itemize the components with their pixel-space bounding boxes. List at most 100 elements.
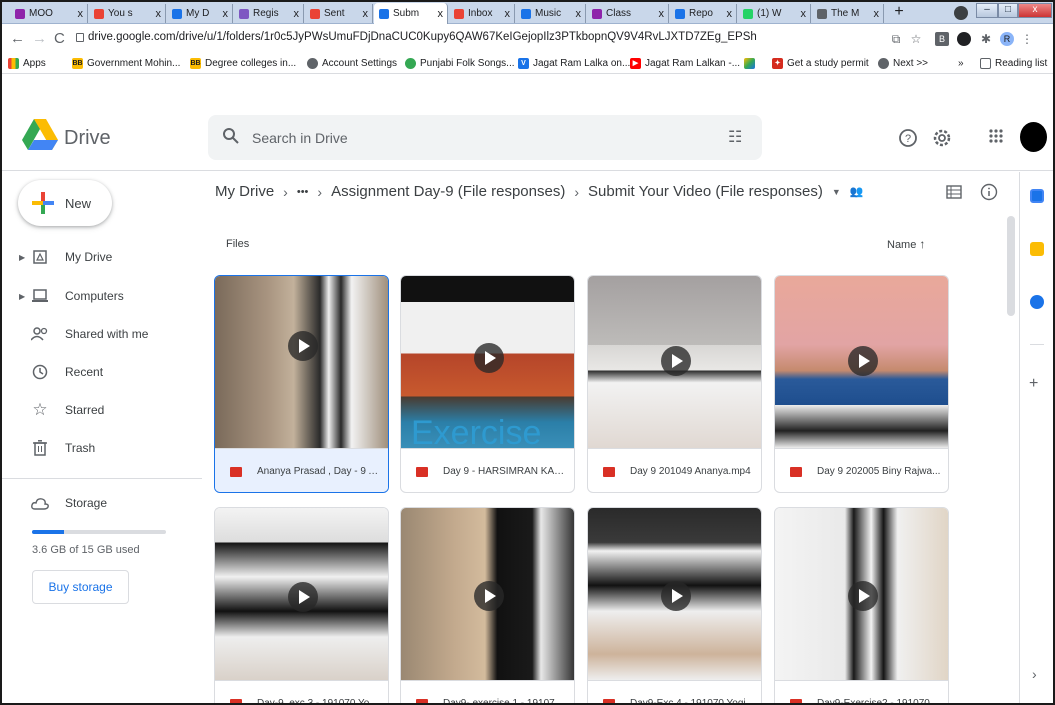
- menu-kebab-icon[interactable]: ⋮: [1020, 32, 1034, 46]
- breadcrumb-parent-folder[interactable]: Assignment Day-9 (File responses): [331, 183, 565, 200]
- tab-11[interactable]: The M x: [812, 4, 884, 23]
- nav-storage[interactable]: Storage: [2, 488, 202, 518]
- play-icon[interactable]: [288, 582, 318, 612]
- video-thumbnail[interactable]: [215, 276, 388, 448]
- file-card[interactable]: Ananya Prasad , Day - 9 A...: [214, 275, 389, 493]
- bookmark-item[interactable]: Account Settings: [307, 58, 397, 69]
- search-icon[interactable]: [222, 127, 240, 145]
- file-caption[interactable]: Day9-Exercise2 - 191070 ...: [775, 680, 948, 703]
- drive-title[interactable]: Drive: [64, 127, 111, 150]
- bookmark-item[interactable]: [744, 58, 759, 69]
- file-card[interactable]: Day9- exercise 1 - 19107...: [400, 507, 575, 703]
- file-caption[interactable]: Day-9, exc 3 - 191070 Yo...: [215, 680, 388, 703]
- profile-icon[interactable]: R: [1000, 32, 1014, 46]
- nav-starred[interactable]: ☆ Starred: [2, 395, 202, 425]
- tab-4[interactable]: Sent x: [305, 4, 373, 23]
- extensions-puzzle-icon[interactable]: ✱: [979, 32, 993, 46]
- tab-3[interactable]: Regis x: [234, 4, 304, 23]
- bookmarks-overflow[interactable]: »: [958, 58, 964, 69]
- play-icon[interactable]: [661, 581, 691, 611]
- file-card[interactable]: Day 9 202005 Biny Rajwa...: [774, 275, 949, 493]
- reload-icon[interactable]: C: [54, 31, 65, 46]
- close-tab-icon[interactable]: x: [78, 8, 84, 20]
- tab-6[interactable]: Inbox x: [449, 4, 515, 23]
- file-card[interactable]: Day-9, exc 3 - 191070 Yo...: [214, 507, 389, 703]
- close-tab-icon[interactable]: x: [727, 8, 733, 20]
- play-icon[interactable]: [474, 343, 504, 373]
- breadcrumb-current-folder[interactable]: Submit Your Video (File responses): [588, 183, 823, 200]
- video-thumbnail[interactable]: [588, 276, 761, 448]
- expand-caret-icon[interactable]: ▶: [19, 253, 25, 262]
- close-tab-icon[interactable]: x: [294, 8, 300, 20]
- video-thumbnail[interactable]: [588, 508, 761, 680]
- forward-icon[interactable]: →: [32, 31, 47, 46]
- minimize-button[interactable]: –: [976, 3, 998, 18]
- video-thumbnail[interactable]: Exercise: [401, 276, 574, 448]
- breadcrumb-ellipsis[interactable]: •••: [297, 186, 309, 198]
- get-addons-icon[interactable]: +: [1029, 375, 1038, 393]
- close-tab-icon[interactable]: x: [659, 8, 665, 20]
- file-caption[interactable]: Day9- exercise 1 - 19107...: [401, 680, 574, 703]
- file-card[interactable]: Day 9 201049 Ananya.mp4: [587, 275, 762, 493]
- tab-9[interactable]: Repo x: [670, 4, 737, 23]
- bookmark-star-icon[interactable]: ☆: [909, 32, 923, 46]
- install-icon[interactable]: ⧉: [889, 32, 903, 46]
- close-tab-icon[interactable]: x: [363, 8, 369, 20]
- list-view-icon[interactable]: [946, 185, 962, 199]
- file-caption[interactable]: Day9-Exc.4 - 191070 Yogi...: [588, 680, 761, 703]
- tab-10[interactable]: (1) W x: [738, 4, 811, 23]
- tab-8[interactable]: Class x: [587, 4, 669, 23]
- file-caption[interactable]: Ananya Prasad , Day - 9 A...: [215, 448, 388, 492]
- tasks-icon[interactable]: [1030, 295, 1044, 309]
- nav-shared-with-me[interactable]: Shared with me: [2, 319, 202, 349]
- search-options-icon[interactable]: ☷: [728, 127, 742, 147]
- play-icon[interactable]: [288, 331, 318, 361]
- file-caption[interactable]: Day 9 201049 Ananya.mp4: [588, 448, 761, 492]
- new-tab-button[interactable]: +: [888, 3, 910, 23]
- file-caption[interactable]: Day 9 202005 Biny Rajwa...: [775, 448, 948, 492]
- nav-trash[interactable]: Trash: [2, 433, 202, 463]
- extension-b-icon[interactable]: B: [935, 32, 949, 46]
- extension-circle-icon[interactable]: [957, 32, 971, 46]
- nav-recent[interactable]: Recent: [2, 357, 202, 387]
- search-bar[interactable]: Search in Drive ☷: [208, 115, 762, 160]
- video-thumbnail[interactable]: [215, 508, 388, 680]
- nav-my-drive[interactable]: ▶ My Drive: [2, 242, 202, 272]
- close-tab-icon[interactable]: x: [223, 8, 229, 20]
- bookmark-apps[interactable]: Apps: [8, 58, 46, 69]
- bookmark-item[interactable]: ▶ Jagat Ram Lalkan -...: [630, 58, 740, 69]
- new-button[interactable]: New: [18, 180, 112, 226]
- file-card[interactable]: Day9-Exc.4 - 191070 Yogi...: [587, 507, 762, 703]
- breadcrumb-my-drive[interactable]: My Drive: [215, 183, 274, 200]
- settings-gear-icon[interactable]: [932, 128, 952, 148]
- sort-by-name[interactable]: Name ↑: [887, 237, 925, 251]
- tab-5[interactable]: Subm x: [374, 3, 448, 24]
- play-icon[interactable]: [848, 581, 878, 611]
- account-avatar[interactable]: [1020, 122, 1047, 152]
- tab-7[interactable]: Music x: [516, 4, 586, 23]
- close-tab-icon[interactable]: x: [874, 8, 880, 20]
- video-thumbnail[interactable]: [775, 508, 948, 680]
- play-icon[interactable]: [474, 581, 504, 611]
- close-tab-icon[interactable]: x: [156, 8, 162, 20]
- tab-0[interactable]: MOO x: [10, 4, 88, 23]
- reading-list[interactable]: Reading list: [980, 58, 1047, 69]
- file-card[interactable]: Day9-Exercise2 - 191070 ...: [774, 507, 949, 703]
- calendar-icon[interactable]: [1030, 189, 1044, 203]
- close-window-button[interactable]: x: [1018, 3, 1052, 18]
- tab-search-icon[interactable]: [954, 6, 968, 20]
- play-icon[interactable]: [661, 346, 691, 376]
- close-tab-icon[interactable]: x: [801, 8, 807, 20]
- help-icon[interactable]: ?: [898, 128, 918, 148]
- folder-dropdown-icon[interactable]: ▼: [832, 187, 841, 197]
- back-icon[interactable]: ←: [10, 31, 25, 46]
- nav-computers[interactable]: ▶ Computers: [2, 281, 202, 311]
- bookmark-item[interactable]: BB Government Mohin...: [72, 58, 180, 69]
- url-field[interactable]: drive.google.com/drive/u/1/folders/1r0c5…: [88, 31, 757, 43]
- info-icon[interactable]: [980, 183, 998, 201]
- bookmark-item[interactable]: ✦ Get a study permit: [772, 58, 869, 69]
- bookmark-item[interactable]: Next >>: [878, 58, 928, 69]
- buy-storage-button[interactable]: Buy storage: [32, 570, 129, 604]
- google-apps-icon[interactable]: [988, 128, 1004, 144]
- close-tab-icon[interactable]: x: [438, 8, 444, 20]
